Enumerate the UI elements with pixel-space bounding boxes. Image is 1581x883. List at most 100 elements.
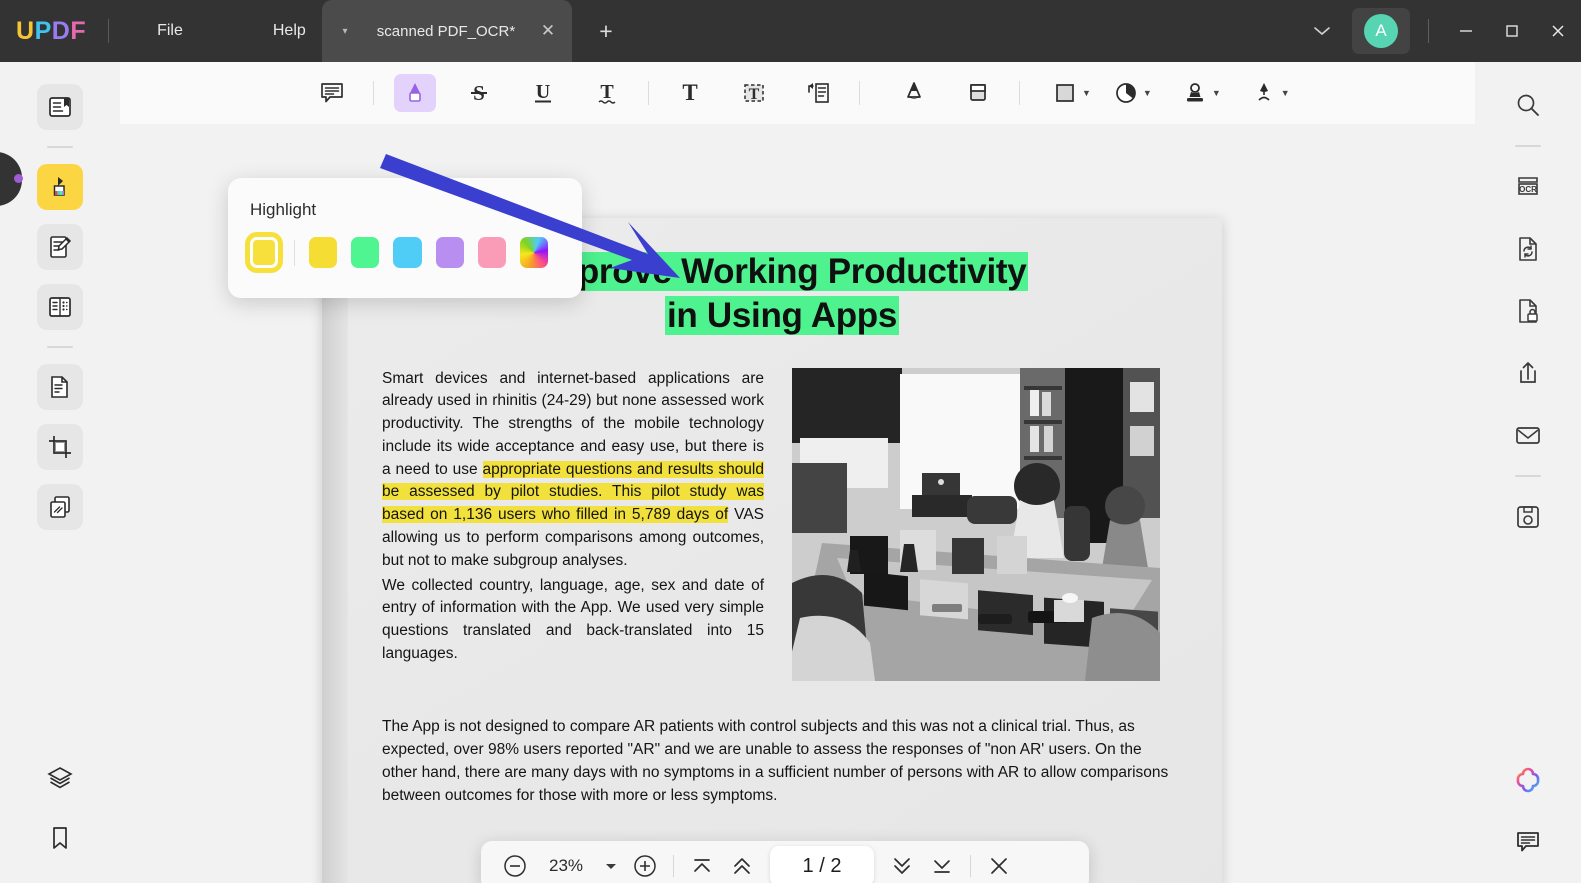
page-indicator[interactable]: 1 / 2	[770, 846, 874, 883]
swatch-yellow-selected[interactable]	[250, 237, 279, 268]
tab-close-icon[interactable]: ✕	[536, 21, 560, 41]
signature-caret-icon[interactable]: ▼	[1281, 88, 1290, 98]
zoom-out-button[interactable]	[495, 847, 535, 883]
sidebar-divider-2	[47, 346, 73, 348]
swatch-custom-rainbow[interactable]	[519, 237, 548, 268]
pencil-icon[interactable]	[893, 74, 935, 112]
convert-icon[interactable]	[1505, 226, 1551, 272]
swatch-pink[interactable]	[477, 237, 506, 268]
zoombar-divider-2	[970, 855, 971, 877]
sidebar-item-comment[interactable]	[37, 164, 83, 210]
svg-text:OCR: OCR	[1519, 185, 1537, 194]
page-navigation-toolbar: 23% 1 / 2	[481, 841, 1089, 883]
sidebar-divider-1	[47, 146, 73, 148]
highlight-icon[interactable]	[394, 74, 436, 112]
window-divider	[1428, 19, 1429, 43]
sidebar-item-crop[interactable]	[37, 424, 83, 470]
swatch-yellow[interactable]	[309, 237, 338, 268]
account-button[interactable]: A	[1352, 8, 1410, 54]
svg-text:U: U	[536, 81, 550, 103]
sidebar-item-organize-pages[interactable]	[37, 364, 83, 410]
right-sidebar: OCR	[1475, 62, 1581, 883]
sticker-tool-group[interactable]: ▼	[1108, 74, 1157, 112]
zoombar-divider-1	[673, 855, 674, 877]
share-icon[interactable]	[1505, 350, 1551, 396]
shape-caret-icon[interactable]: ▼	[1082, 88, 1091, 98]
zoom-level-value[interactable]: 23%	[535, 856, 597, 876]
chevron-down-icon[interactable]	[1296, 25, 1348, 37]
highlight-color-popup: Highlight	[228, 178, 582, 298]
document-title-line-1: Improve Working Productivity	[535, 252, 1029, 291]
swatch-cyan[interactable]	[393, 237, 422, 268]
email-icon[interactable]	[1505, 412, 1551, 458]
window-controls-group: A	[1296, 0, 1581, 62]
menu-file[interactable]: File	[131, 16, 209, 46]
paragraph-1: Smart devices and internet-based applica…	[382, 368, 764, 573]
comments-panel-icon[interactable]	[1505, 819, 1551, 865]
sidebar-item-edit-pdf[interactable]	[37, 224, 83, 270]
sticker-icon	[1113, 80, 1139, 106]
title-divider	[108, 19, 110, 43]
shape-tool-group[interactable]: ▼	[1047, 74, 1096, 112]
first-page-button[interactable]	[682, 847, 722, 883]
sticker-caret-icon[interactable]: ▼	[1143, 88, 1152, 98]
previous-page-button[interactable]	[722, 847, 762, 883]
updf-window: UPDF File Help ▾ scanned PDF_OCR* ✕ + A	[0, 0, 1581, 883]
swatch-purple[interactable]	[435, 237, 464, 268]
highlight-popup-title: Highlight	[250, 200, 317, 219]
protect-icon[interactable]	[1505, 288, 1551, 334]
strikethrough-icon[interactable]: S	[458, 74, 500, 112]
eraser-icon[interactable]	[957, 74, 999, 112]
minimize-button[interactable]	[1443, 0, 1489, 62]
squiggly-icon[interactable]: T	[586, 74, 628, 112]
svg-text:T: T	[749, 86, 760, 103]
left-sidebar	[0, 62, 120, 883]
toolbar-divider-3	[859, 81, 860, 105]
new-tab-button[interactable]: +	[588, 0, 624, 62]
close-toolbar-button[interactable]	[979, 847, 1019, 883]
save-icon[interactable]	[1505, 494, 1551, 540]
sidebar-item-page-tools[interactable]	[37, 284, 83, 330]
meeting-room-photo	[792, 367, 1160, 681]
svg-text:T: T	[682, 80, 697, 105]
right-divider-2	[1515, 475, 1541, 477]
zoom-in-button[interactable]	[625, 847, 665, 883]
menu-help[interactable]: Help	[247, 16, 332, 46]
callout-icon[interactable]	[797, 74, 839, 112]
left-column: Smart devices and internet-based applica…	[382, 368, 764, 681]
stamp-caret-icon[interactable]: ▼	[1212, 88, 1221, 98]
sidebar-item-layers[interactable]	[37, 755, 83, 801]
stamp-icon	[1182, 80, 1208, 106]
sidebar-item-reader[interactable]	[37, 84, 83, 130]
toolbar-divider-1	[373, 81, 374, 105]
document-tab[interactable]: ▾ scanned PDF_OCR* ✕	[322, 0, 572, 62]
signature-tool-group[interactable]: ▼	[1246, 74, 1295, 112]
sidebar-item-bookmark[interactable]	[37, 815, 83, 861]
highlight-swatch-row	[250, 237, 562, 268]
text-icon[interactable]: T	[669, 74, 711, 112]
text-box-icon[interactable]: T	[733, 74, 775, 112]
sidebar-item-batch[interactable]	[37, 484, 83, 530]
underline-icon[interactable]: U	[522, 74, 564, 112]
search-icon[interactable]	[1505, 82, 1551, 128]
content-columns: Smart devices and internet-based applica…	[382, 367, 1182, 681]
signature-icon	[1251, 80, 1277, 106]
next-page-button[interactable]	[882, 847, 922, 883]
last-page-button[interactable]	[922, 847, 962, 883]
tab-dropdown-icon[interactable]: ▾	[334, 26, 356, 37]
updf-logo: UPDF	[16, 16, 87, 45]
title-bar: UPDF File Help ▾ scanned PDF_OCR* ✕ + A	[0, 0, 1581, 62]
ai-assistant-icon[interactable]	[1505, 757, 1551, 803]
stamp-tool-group[interactable]: ▼	[1177, 74, 1226, 112]
note-icon[interactable]	[311, 74, 353, 112]
annotation-toolbar: S U T T T ▼ ▼ ▼ ▼	[120, 62, 1475, 124]
zoom-dropdown-icon[interactable]	[597, 847, 625, 883]
ocr-icon[interactable]: OCR	[1505, 164, 1551, 210]
close-button[interactable]	[1535, 0, 1581, 62]
swatch-green[interactable]	[351, 237, 380, 268]
svg-text:T: T	[600, 81, 614, 103]
maximize-button[interactable]	[1489, 0, 1535, 62]
shape-icon	[1052, 80, 1078, 106]
page-scan-edge	[322, 218, 348, 883]
document-title-line-2: in Using Apps	[664, 295, 900, 335]
